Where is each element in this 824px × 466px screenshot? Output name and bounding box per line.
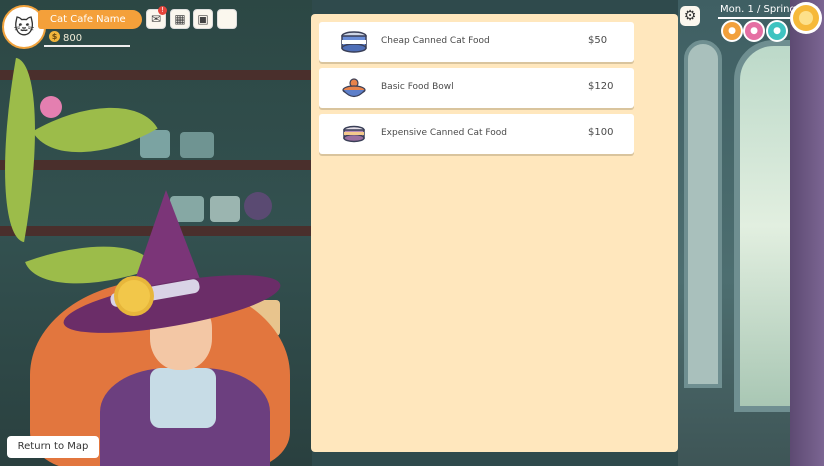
backpack-icon: ▣ <box>197 12 209 26</box>
shelf <box>0 160 312 170</box>
backpack-button[interactable]: ▣ <box>193 9 213 29</box>
mood-status-icon[interactable]: ● <box>745 22 763 40</box>
item-price: $50 <box>588 35 608 46</box>
fish-status-icon[interactable]: ● <box>768 22 786 40</box>
item-price: $120 <box>588 81 614 92</box>
shop-item-expensive-canned-cat-food[interactable]: Expensive Canned Cat Food $100 <box>319 114 634 154</box>
item-price: $100 <box>588 127 614 138</box>
window <box>684 40 722 388</box>
jar <box>210 196 240 222</box>
cafe-name: Cat Cafe Name <box>38 10 142 29</box>
shop-item-basic-food-bowl[interactable]: Basic Food Bowl $120 <box>319 68 634 108</box>
gear-icon: ⚙ <box>683 8 697 24</box>
shop-item-cheap-canned-cat-food[interactable]: Cheap Canned Cat Food $50 <box>319 22 634 62</box>
food-status-icon[interactable]: ● <box>723 22 741 40</box>
food-bowl-icon <box>342 78 366 98</box>
coin-count: 800 <box>63 33 83 44</box>
hat-flower <box>118 280 150 312</box>
witch-collar <box>150 368 216 428</box>
coin-icon: $ <box>49 31 60 42</box>
jar <box>244 192 272 220</box>
divider <box>718 17 790 19</box>
premium-can-icon <box>343 125 365 143</box>
item-name: Cheap Canned Cat Food <box>381 36 490 46</box>
jar <box>180 132 214 158</box>
item-name: Basic Food Bowl <box>381 82 454 92</box>
divider <box>44 45 130 47</box>
item-name: Expensive Canned Cat Food <box>381 128 507 138</box>
shop-panel: Cheap Canned Cat Food $50 Basic Food Bow… <box>311 14 678 452</box>
date-display: Mon. 1 / Spring <box>720 4 796 15</box>
flower <box>40 96 62 118</box>
canned-food-icon <box>341 31 367 53</box>
settings-button[interactable]: ⚙ <box>680 6 700 26</box>
curtain <box>790 0 824 466</box>
empty-slot-button[interactable] <box>217 9 237 29</box>
sun-core <box>799 11 813 25</box>
return-to-map-button[interactable]: Return to Map <box>7 436 99 458</box>
mail-alert-badge: ! <box>158 6 167 15</box>
calendar-icon: ▦ <box>174 12 186 26</box>
shelf <box>0 70 312 80</box>
calendar-button[interactable]: ▦ <box>170 9 190 29</box>
